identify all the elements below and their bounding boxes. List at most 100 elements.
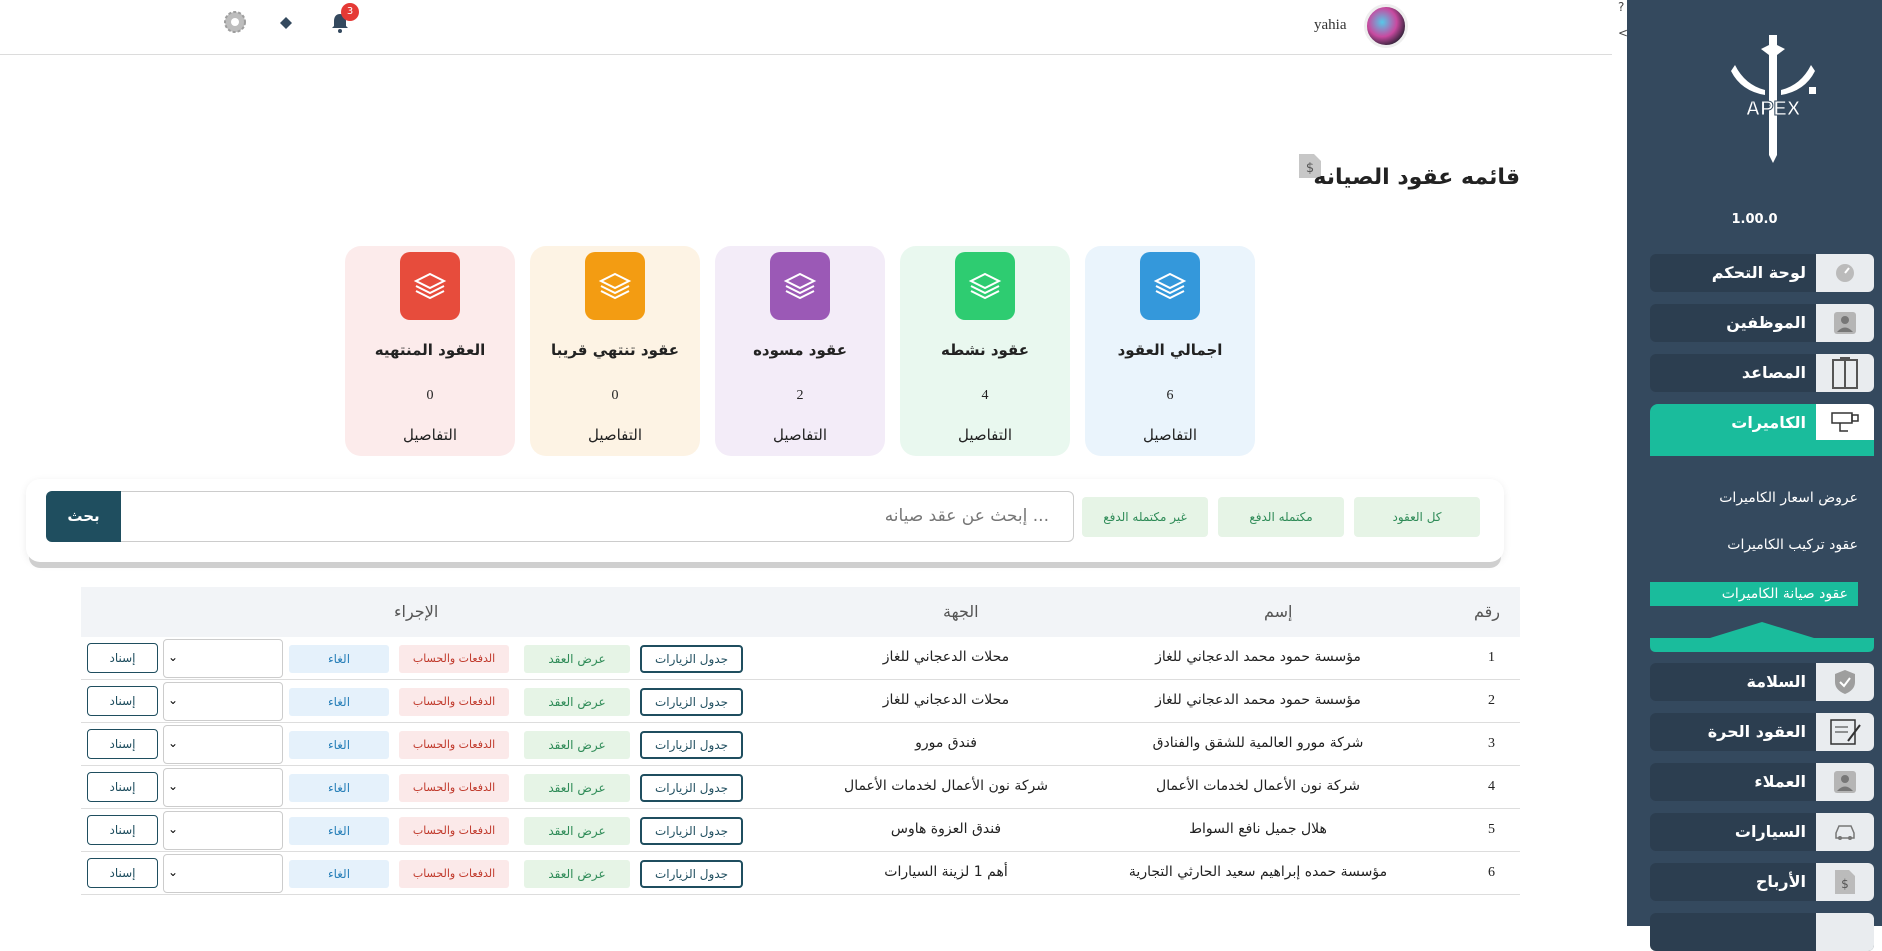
row-number: 3 — [1488, 736, 1495, 751]
assignee-select[interactable]: ⌄ — [163, 768, 283, 807]
assign-button[interactable]: إسناد — [87, 772, 158, 802]
notification-badge: 3 — [341, 3, 359, 21]
assignee-select[interactable]: ⌄ — [163, 725, 283, 764]
view-contract-button[interactable]: عرض العقد — [524, 774, 630, 802]
stat-card-details-link[interactable]: التفاصيل — [345, 426, 515, 444]
sidebar-item-label: السلامة — [1746, 672, 1806, 691]
cancel-button[interactable]: الغاء — [289, 645, 389, 673]
row-client-name: هلال جميل نافع السواط — [1189, 821, 1327, 837]
table-row: 1 مؤسسة حمود محمد الدعجاني للغاز محلات الد… — [81, 637, 1520, 680]
table-row: 2 مؤسسة حمود محمد الدعجاني للغاز محلات الد… — [81, 680, 1520, 723]
sidebar-item-dashboard[interactable]: لوحة التحكم — [1650, 254, 1874, 292]
camera-icon — [1816, 404, 1874, 440]
layers-icon — [400, 252, 460, 320]
visits-schedule-button[interactable]: جدول الزيارات — [640, 860, 743, 888]
sidebar-item-label: لوحة التحكم — [1711, 263, 1806, 282]
elevator-icon — [1816, 354, 1874, 392]
chevron-down-icon: ⌄ — [168, 650, 179, 664]
view-contract-button[interactable]: عرض العقد — [524, 860, 630, 888]
sub-item-camera-maintenance[interactable]: عقود صيانة الكاميرات — [1650, 582, 1858, 606]
search-panel: كل العقود مكتمله الدفع غير مكتمله الدفع … — [26, 479, 1504, 562]
view-contract-button[interactable]: عرض العقد — [524, 731, 630, 759]
row-number: 5 — [1488, 822, 1495, 837]
stat-card: عقود تنتهي قريبا 0 التفاصيل — [530, 246, 700, 456]
assign-button[interactable]: إسناد — [87, 815, 158, 845]
sidebar-item-clients[interactable]: العملاء — [1650, 763, 1874, 801]
sidebar-item-employees[interactable]: الموظفين — [1650, 304, 1874, 342]
app-version: 1.00.0 — [1731, 212, 1778, 227]
search-button[interactable]: بحث — [46, 491, 121, 542]
sidebar-item-more[interactable] — [1650, 913, 1874, 951]
assignee-select[interactable]: ⌄ — [163, 811, 283, 850]
view-contract-button[interactable]: عرض العقد — [524, 688, 630, 716]
stat-card-title: عقود نشطه — [941, 341, 1029, 359]
stat-card: عقود مسوده 2 التفاصيل — [715, 246, 885, 456]
filter-paid-button[interactable]: مكتمله الدفع — [1218, 497, 1344, 537]
assign-button[interactable]: إسناد — [87, 729, 158, 759]
payments-button[interactable]: الدفعات والحساب — [399, 817, 509, 845]
cancel-button[interactable]: الغاء — [289, 688, 389, 716]
filter-all-button[interactable]: كل العقود — [1354, 497, 1480, 537]
sidebar-item-cameras[interactable]: الكاميرات — [1650, 404, 1874, 456]
visits-schedule-button[interactable]: جدول الزيارات — [640, 645, 743, 673]
layers-icon — [1140, 252, 1200, 320]
sub-item-camera-quotes[interactable]: عروض اسعار الكاميرات — [1719, 490, 1858, 506]
payments-button[interactable]: الدفعات والحساب — [399, 731, 509, 759]
visits-schedule-button[interactable]: جدول الزيارات — [640, 817, 743, 845]
assign-button[interactable]: إسناد — [87, 686, 158, 716]
search-input[interactable]: إبحث عن عقد صيانه ... — [120, 491, 1074, 542]
sidebar-item-safety[interactable]: السلامة — [1650, 663, 1874, 701]
sidebar-item-free-contracts[interactable]: العقود الحرة — [1650, 713, 1874, 751]
more-icon — [1816, 913, 1874, 951]
money-icon: $ — [1816, 863, 1874, 901]
visits-schedule-button[interactable]: جدول الزيارات — [640, 688, 743, 716]
stat-card-details-link[interactable]: التفاصيل — [715, 426, 885, 444]
client-icon — [1816, 763, 1874, 801]
stat-card-title: اجمالي العقود — [1117, 341, 1223, 359]
sidebar-item-cars[interactable]: السيارات — [1650, 813, 1874, 851]
svg-text:APEX: APEX — [1746, 98, 1801, 120]
sidebar: APEX 1.00.0 لوحة التحكم الموظفين المصاعد… — [1627, 0, 1882, 951]
stat-card-details-link[interactable]: التفاصيل — [900, 426, 1070, 444]
settings-gear-icon[interactable] — [222, 9, 248, 35]
assignee-select[interactable]: ⌄ — [163, 639, 283, 678]
cancel-button[interactable]: الغاء — [289, 817, 389, 845]
assignee-select[interactable]: ⌄ — [163, 682, 283, 721]
stat-card: اجمالي العقود 6 التفاصيل — [1085, 246, 1255, 456]
header-num: رقم — [1473, 602, 1500, 621]
row-client-name: مؤسسة حمده إبراهيم سعيد الحارثي التجارية — [1128, 864, 1388, 880]
layers-icon — [770, 252, 830, 320]
assign-button[interactable]: إسناد — [87, 643, 158, 673]
sidebar-item-elevators[interactable]: المصاعد — [1650, 354, 1874, 392]
row-client-name: مؤسسة حمود محمد الدعجاني للغاز — [1155, 692, 1361, 708]
cancel-button[interactable]: الغاء — [289, 860, 389, 888]
cancel-button[interactable]: الغاء — [289, 774, 389, 802]
sidebar-item-label: العملاء — [1754, 772, 1806, 791]
cancel-button[interactable]: الغاء — [289, 731, 389, 759]
table-row: 3 شركة مورو العالمية للشقق والفنادق فندق م… — [81, 723, 1520, 766]
stat-card: عقود نشطه 4 التفاصيل — [900, 246, 1070, 456]
visits-schedule-button[interactable]: جدول الزيارات — [640, 731, 743, 759]
sidebar-item-profits[interactable]: الأرباح $ — [1650, 863, 1874, 901]
view-contract-button[interactable]: عرض العقد — [524, 817, 630, 845]
avatar[interactable] — [1364, 4, 1408, 48]
row-number: 2 — [1488, 693, 1495, 708]
visits-schedule-button[interactable]: جدول الزيارات — [640, 774, 743, 802]
payments-button[interactable]: الدفعات والحساب — [399, 645, 509, 673]
assign-button[interactable]: إسناد — [87, 858, 158, 888]
payments-button[interactable]: الدفعات والحساب — [399, 860, 509, 888]
stat-card-title: عقود تنتهي قريبا — [550, 341, 680, 359]
stat-card-details-link[interactable]: التفاصيل — [1085, 426, 1255, 444]
header-action: الإجراء — [394, 602, 439, 621]
filter-unpaid-button[interactable]: غير مكتمله الدفع — [1082, 497, 1208, 537]
payments-button[interactable]: الدفعات والحساب — [399, 774, 509, 802]
row-client-name: مؤسسة حمود محمد الدعجاني للغاز — [1155, 649, 1361, 665]
stat-card-details-link[interactable]: التفاصيل — [530, 426, 700, 444]
username[interactable]: yahia — [1314, 17, 1346, 34]
view-contract-button[interactable]: عرض العقد — [524, 645, 630, 673]
layers-icon[interactable] — [278, 15, 294, 31]
sub-item-camera-installation[interactable]: عقود تركيب الكاميرات — [1727, 537, 1858, 553]
payments-button[interactable]: الدفعات والحساب — [399, 688, 509, 716]
assignee-select[interactable]: ⌄ — [163, 854, 283, 893]
user-icon — [1816, 304, 1874, 342]
